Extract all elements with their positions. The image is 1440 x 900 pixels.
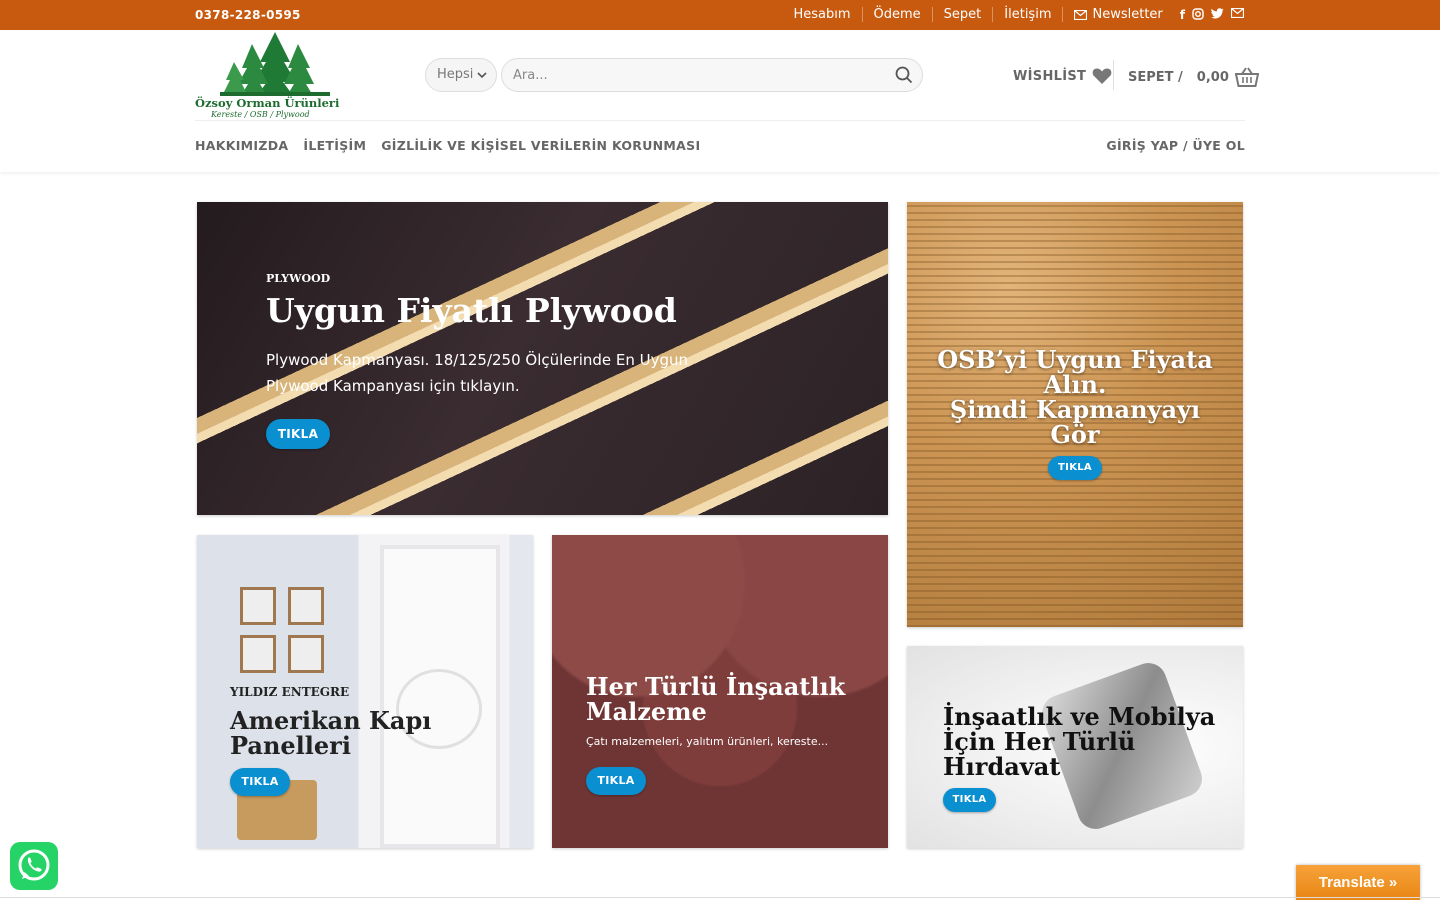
banner-plywood-description: Plywood Kapmanyası. 18/125/250 Ölçülerin…	[266, 351, 689, 395]
banner-osb-button[interactable]: TIKLA	[1048, 456, 1102, 480]
frame-4	[288, 635, 324, 673]
logo-tagline: Kereste / OSB / Plywood	[211, 110, 310, 119]
basket-icon	[1234, 67, 1259, 87]
banner-roof[interactable]: Her Türlü İnşaatlık Malzeme Çatı malzeme…	[552, 535, 888, 848]
nav-item-contact[interactable]: İLETİŞİM	[303, 138, 366, 153]
cart-label: SEPET /	[1128, 69, 1183, 85]
top-link-contact[interactable]: İletişim	[992, 7, 1062, 22]
banner-osb-title-line: Alın.	[1043, 370, 1107, 399]
banner-roof-button[interactable]: TIKLA	[586, 767, 646, 795]
banner-osb-title-line: Gör	[1050, 420, 1100, 449]
banner-plywood[interactable]: PLYWOOD Uygun Fiyatlı Plywood Plywood Ka…	[197, 202, 888, 515]
banner-hardware[interactable]: İnşaatlık ve Mobilya İçin Her Türlü Hırd…	[907, 646, 1243, 848]
top-link-newsletter[interactable]: Newsletter	[1062, 7, 1173, 22]
trees-logo-icon	[220, 32, 330, 96]
banner-osb[interactable]: OSB’yi Uygun Fiyata Alın. Şimdi Kapmanya…	[907, 202, 1243, 627]
search-input[interactable]: Ara...	[513, 68, 548, 83]
header-separator	[195, 120, 1245, 121]
nav-item-privacy[interactable]: GİZLİLİK VE KİŞİSEL VERİLERİN KORUNMASI	[381, 138, 700, 153]
banner-osb-title-line: Şimdi Kapmanyayı	[949, 395, 1201, 424]
banner-roof-title: Her Türlü İnşaatlık Malzeme	[586, 674, 845, 724]
banner-roof-title-line: Malzeme	[586, 697, 707, 726]
banner-roof-description: Çatı malzemeleri, yalıtım ürünleri, kere…	[586, 735, 829, 748]
top-link-cart[interactable]: Sepet	[931, 7, 993, 22]
banner-roof-title-line: Her Türlü İnşaatlık	[586, 672, 846, 701]
email-icon[interactable]	[1231, 7, 1244, 18]
phone-number[interactable]: 0378-228-0595	[195, 8, 301, 22]
site-logo[interactable]: Özsoy Orman Ürünleri Kereste / OSB / Ply…	[195, 32, 355, 120]
instagram-icon[interactable]	[1192, 7, 1204, 20]
heart-icon	[1092, 68, 1112, 84]
nav-item-about[interactable]: HAKKIMIZDA	[195, 138, 288, 153]
banner-hardware-button[interactable]: TIKLA	[943, 788, 996, 812]
banner-osb-title: OSB’yi Uygun Fiyata Alın. Şimdi Kapmanya…	[907, 347, 1243, 447]
search-icon[interactable]	[895, 66, 913, 84]
facebook-icon[interactable]: f	[1180, 8, 1185, 22]
search-bar[interactable]: Ara...	[501, 58, 923, 92]
top-bar: 0378-228-0595 Hesabım Ödeme Sepet İletiş…	[0, 0, 1440, 30]
newsletter-label: Newsletter	[1092, 7, 1163, 22]
main-nav: HAKKIMIZDA İLETİŞİM GİZLİLİK VE KİŞİSEL …	[195, 138, 700, 153]
top-link-checkout[interactable]: Ödeme	[861, 7, 932, 22]
banner-door-category: YILDIZ ENTEGRE	[230, 685, 350, 699]
category-select-value: Hepsi	[437, 67, 474, 82]
whatsapp-button[interactable]	[10, 842, 58, 890]
banner-osb-title-line: OSB’yi Uygun Fiyata	[937, 345, 1213, 374]
category-select[interactable]: Hepsi	[425, 58, 497, 92]
chevron-down-icon	[477, 72, 487, 79]
banner-plywood-category: PLYWOOD	[266, 272, 331, 285]
wishlist-link[interactable]: WİSHLİST	[1013, 67, 1112, 85]
frame-1	[240, 587, 276, 625]
footer-divider	[0, 897, 1440, 898]
newsletter-icon	[1074, 9, 1088, 20]
frame-3	[240, 635, 276, 673]
banner-door-title: Amerikan Kapı Panelleri	[230, 708, 431, 758]
banner-door-button[interactable]: TIKLA	[230, 768, 290, 796]
banner-plywood-title: Uygun Fiyatlı Plywood	[266, 291, 677, 330]
cart-total: 0,00	[1196, 69, 1229, 85]
banner-hardware-title-line: Hırdavat	[943, 752, 1061, 781]
translate-button[interactable]: Translate »	[1296, 865, 1420, 900]
banner-plywood-button[interactable]: TIKLA	[266, 419, 330, 449]
banner-hardware-title: İnşaatlık ve Mobilya İçin Her Türlü Hırd…	[943, 704, 1215, 779]
top-link-account[interactable]: Hesabım	[782, 7, 861, 22]
banner-door-title-line: Amerikan Kapı	[230, 706, 432, 735]
frame-2	[288, 587, 324, 625]
cart-link[interactable]: SEPET / 0,00	[1128, 67, 1259, 87]
door-image	[380, 545, 500, 848]
whatsapp-icon	[18, 849, 50, 881]
banner-door-title-line: Panelleri	[230, 731, 351, 760]
site-header: Özsoy Orman Ürünleri Kereste / OSB / Ply…	[0, 30, 1440, 172]
banner-door[interactable]: YILDIZ ENTEGRE Amerikan Kapı Panelleri T…	[197, 535, 533, 848]
social-links: f	[1180, 7, 1244, 22]
banner-hardware-title-line: İçin Her Türlü	[943, 727, 1136, 756]
login-register-link[interactable]: GİRİŞ YAP / ÜYE OL	[1106, 138, 1245, 153]
banner-hardware-title-line: İnşaatlık ve Mobilya	[943, 702, 1216, 731]
twitter-icon[interactable]	[1211, 7, 1224, 19]
wishlist-label: WİSHLİST	[1013, 68, 1087, 84]
top-nav: Hesabım Ödeme Sepet İletişim Newsletter …	[782, 7, 1244, 22]
header-divider	[1113, 60, 1114, 90]
logo-brand: Özsoy Orman Ürünleri	[195, 96, 340, 110]
